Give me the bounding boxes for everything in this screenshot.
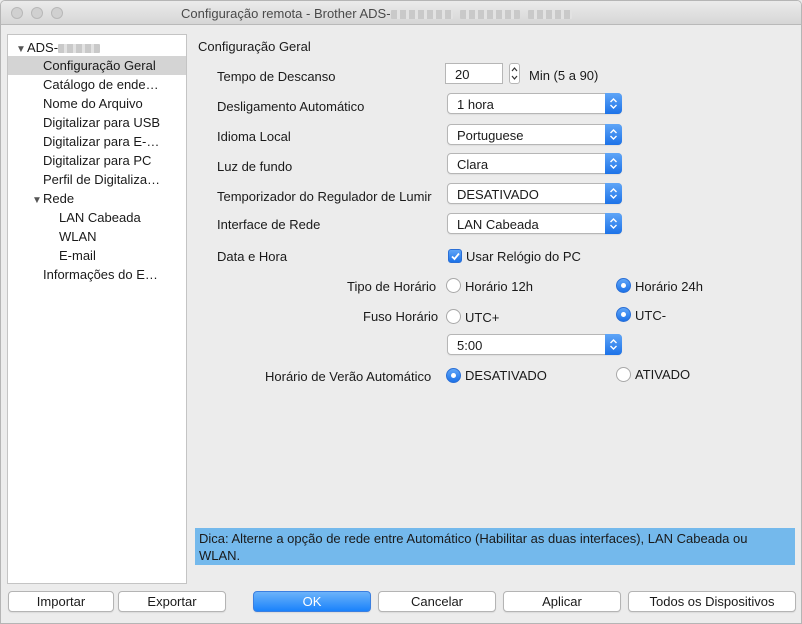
utc-plus-radio[interactable] — [446, 309, 461, 324]
sleep-time-value: 20 — [455, 67, 470, 82]
backlight-select[interactable]: Clara — [447, 153, 622, 174]
auto-power-off-label: Desligamento Automático — [217, 99, 365, 114]
sleep-time-input[interactable]: 20 — [445, 63, 503, 84]
ok-button[interactable]: OK — [253, 591, 371, 612]
tree-root-device[interactable]: ▼ADS- — [8, 38, 186, 57]
minimize-window-icon[interactable] — [31, 7, 43, 19]
redacted-model-mark — [58, 44, 101, 54]
stepper-arrows-icon — [511, 67, 518, 80]
local-language-value: Portuguese — [457, 128, 524, 143]
time-type-label: Tipo de Horário — [347, 279, 437, 294]
chevron-updown-icon — [605, 213, 622, 234]
dimmer-timer-value: DESATIVADO — [457, 187, 539, 202]
use-pc-clock-checkbox[interactable] — [448, 249, 462, 263]
tree-item-general-setup[interactable]: Configuração Geral — [8, 56, 186, 75]
time-12h-label[interactable]: Horário 12h — [465, 279, 533, 294]
backlight-value: Clara — [457, 157, 489, 172]
checkmark-icon — [451, 252, 460, 261]
local-language-label: Idioma Local — [217, 129, 291, 144]
disclosure-triangle-icon[interactable]: ▼ — [32, 191, 43, 208]
tree-item-scan-to-email[interactable]: Digitalizar para E-… — [8, 132, 186, 151]
chevron-updown-icon — [605, 93, 622, 114]
tip-banner: Dica: Alterne a opção de rede entre Auto… — [195, 528, 795, 565]
disclosure-triangle-icon[interactable]: ▼ — [16, 40, 27, 57]
redacted-model-mark — [527, 10, 572, 20]
dst-on-label[interactable]: ATIVADO — [635, 367, 690, 382]
dst-on-radio[interactable] — [616, 367, 631, 382]
use-pc-clock-label[interactable]: Usar Relógio do PC — [466, 249, 581, 264]
time-12h-radio[interactable] — [446, 278, 461, 293]
time-zone-offset-value: 5:00 — [457, 338, 483, 353]
utc-minus-label[interactable]: UTC- — [635, 308, 666, 323]
tree-item-scan-to-pc[interactable]: Digitalizar para PC — [8, 151, 186, 170]
redacted-model-mark — [390, 10, 453, 20]
dimmer-timer-select[interactable]: DESATIVADO — [447, 183, 622, 204]
chevron-updown-icon — [605, 334, 622, 355]
chevron-updown-icon — [605, 183, 622, 204]
export-button[interactable]: Exportar — [118, 591, 226, 612]
remote-setup-window: Configuração remota - Brother ADS- ▼ADS-… — [0, 0, 802, 624]
time-zone-label: Fuso Horário — [363, 309, 439, 324]
apply-button[interactable]: Aplicar — [503, 591, 621, 612]
settings-tree: ▼ADS- Configuração Geral Catálogo de end… — [7, 34, 187, 584]
dst-off-label[interactable]: DESATIVADO — [465, 368, 547, 383]
network-interface-select[interactable]: LAN Cabeada — [447, 213, 622, 234]
date-time-label: Data e Hora — [217, 249, 288, 264]
time-24h-radio[interactable] — [616, 278, 631, 293]
section-title: Configuração Geral — [198, 39, 311, 54]
auto-power-off-select[interactable]: 1 hora — [447, 93, 622, 114]
chevron-updown-icon — [605, 124, 622, 145]
sleep-time-stepper[interactable] — [509, 63, 520, 84]
dst-off-radio[interactable] — [446, 368, 461, 383]
dimmer-timer-label: Temporizador do Regulador de Lumir — [217, 189, 432, 204]
tree-item-address-book[interactable]: Catálogo de ende… — [8, 75, 186, 94]
local-language-select[interactable]: Portuguese — [447, 124, 622, 145]
title-bar: Configuração remota - Brother ADS- — [1, 1, 801, 25]
cancel-button[interactable]: Cancelar — [378, 591, 496, 612]
tree-item-wlan[interactable]: WLAN — [8, 227, 186, 246]
zoom-window-icon[interactable] — [51, 7, 63, 19]
network-interface-label: Interface de Rede — [217, 217, 321, 232]
all-devices-button[interactable]: Todos os Dispositivos — [628, 591, 796, 612]
tree-item-wired-lan[interactable]: LAN Cabeada — [8, 208, 186, 227]
time-zone-offset-select[interactable]: 5:00 — [447, 334, 622, 355]
time-24h-label[interactable]: Horário 24h — [635, 279, 703, 294]
tree-item-scan-profile[interactable]: Perfil de Digitaliza… — [8, 170, 186, 189]
network-interface-value: LAN Cabeada — [457, 217, 539, 232]
import-button[interactable]: Importar — [8, 591, 114, 612]
utc-minus-radio[interactable] — [616, 307, 631, 322]
tree-item-email[interactable]: E-mail — [8, 246, 186, 265]
auto-power-off-value: 1 hora — [457, 97, 494, 112]
sleep-time-unit: Min (5 a 90) — [529, 68, 599, 83]
settings-panel: Configuração Geral Tempo de Descanso 20 … — [195, 34, 797, 584]
tree-item-device-info[interactable]: Informações do E… — [8, 265, 186, 284]
redacted-model-mark — [460, 10, 521, 20]
backlight-label: Luz de fundo — [217, 159, 293, 174]
tree-item-scan-to-usb[interactable]: Digitalizar para USB — [8, 113, 186, 132]
window-title: Configuração remota - Brother ADS- — [181, 6, 572, 21]
chevron-updown-icon — [605, 153, 622, 174]
auto-dst-label: Horário de Verão Automático — [265, 369, 432, 384]
utc-plus-label[interactable]: UTC+ — [465, 310, 499, 325]
tree-item-file-name[interactable]: Nome do Arquivo — [8, 94, 186, 113]
tree-item-network[interactable]: ▼Rede — [8, 189, 186, 208]
close-window-icon[interactable] — [11, 7, 23, 19]
sleep-time-label: Tempo de Descanso — [217, 69, 336, 84]
